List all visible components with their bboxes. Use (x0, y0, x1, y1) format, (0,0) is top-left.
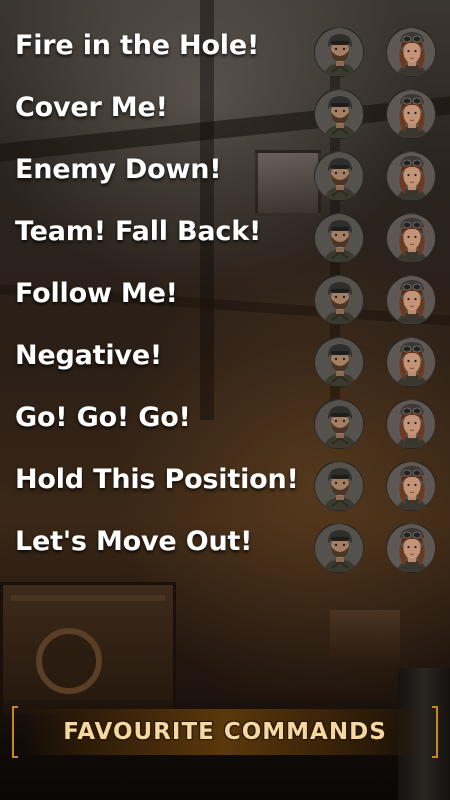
command-row[interactable]: Team! Fall Back! (0, 208, 450, 270)
command-label[interactable]: Enemy Down! (15, 154, 222, 185)
male-soldier-avatar-icon[interactable] (314, 523, 364, 573)
command-row[interactable]: Negative! (0, 332, 450, 394)
command-row[interactable]: Fire in the Hole! (0, 22, 450, 84)
female-soldier-avatar-icon[interactable] (386, 151, 436, 201)
command-label[interactable]: Fire in the Hole! (15, 30, 259, 61)
favourite-commands-label: FAVOURITE COMMANDS (63, 719, 387, 745)
command-label[interactable]: Team! Fall Back! (15, 216, 261, 247)
male-soldier-avatar-icon[interactable] (314, 461, 364, 511)
cable-spool (36, 628, 102, 694)
female-soldier-avatar-icon[interactable] (386, 523, 436, 573)
bracket-right (432, 706, 438, 758)
command-row[interactable]: Enemy Down! (0, 146, 450, 208)
male-soldier-avatar-icon[interactable] (314, 89, 364, 139)
command-label[interactable]: Follow Me! (15, 278, 178, 309)
female-soldier-avatar-icon[interactable] (386, 213, 436, 263)
command-label[interactable]: Hold This Position! (15, 464, 299, 495)
male-soldier-avatar-icon[interactable] (314, 337, 364, 387)
female-soldier-avatar-icon[interactable] (386, 337, 436, 387)
female-soldier-avatar-icon[interactable] (386, 89, 436, 139)
command-row[interactable]: Cover Me! (0, 84, 450, 146)
male-soldier-avatar-icon[interactable] (314, 213, 364, 263)
favourite-commands-button[interactable]: FAVOURITE COMMANDS (12, 706, 438, 758)
female-soldier-avatar-icon[interactable] (386, 399, 436, 449)
command-label[interactable]: Go! Go! Go! (15, 402, 191, 433)
command-label[interactable]: Negative! (15, 340, 162, 371)
female-soldier-avatar-icon[interactable] (386, 27, 436, 77)
bracket-left (12, 706, 18, 758)
male-soldier-avatar-icon[interactable] (314, 399, 364, 449)
favourite-commands-button-body[interactable]: FAVOURITE COMMANDS (24, 709, 426, 755)
command-row[interactable]: Hold This Position! (0, 456, 450, 518)
command-row[interactable]: Let's Move Out! (0, 518, 450, 580)
command-label[interactable]: Let's Move Out! (15, 526, 252, 557)
command-row[interactable]: Follow Me! (0, 270, 450, 332)
command-label[interactable]: Cover Me! (15, 92, 168, 123)
male-soldier-avatar-icon[interactable] (314, 275, 364, 325)
female-soldier-avatar-icon[interactable] (386, 461, 436, 511)
wooden-crate (330, 610, 400, 665)
male-soldier-avatar-icon[interactable] (314, 27, 364, 77)
male-soldier-avatar-icon[interactable] (314, 151, 364, 201)
command-row[interactable]: Go! Go! Go! (0, 394, 450, 456)
female-soldier-avatar-icon[interactable] (386, 275, 436, 325)
command-list: Fire in the Hole! Cover Me! Enemy Down! Tea… (0, 22, 450, 580)
